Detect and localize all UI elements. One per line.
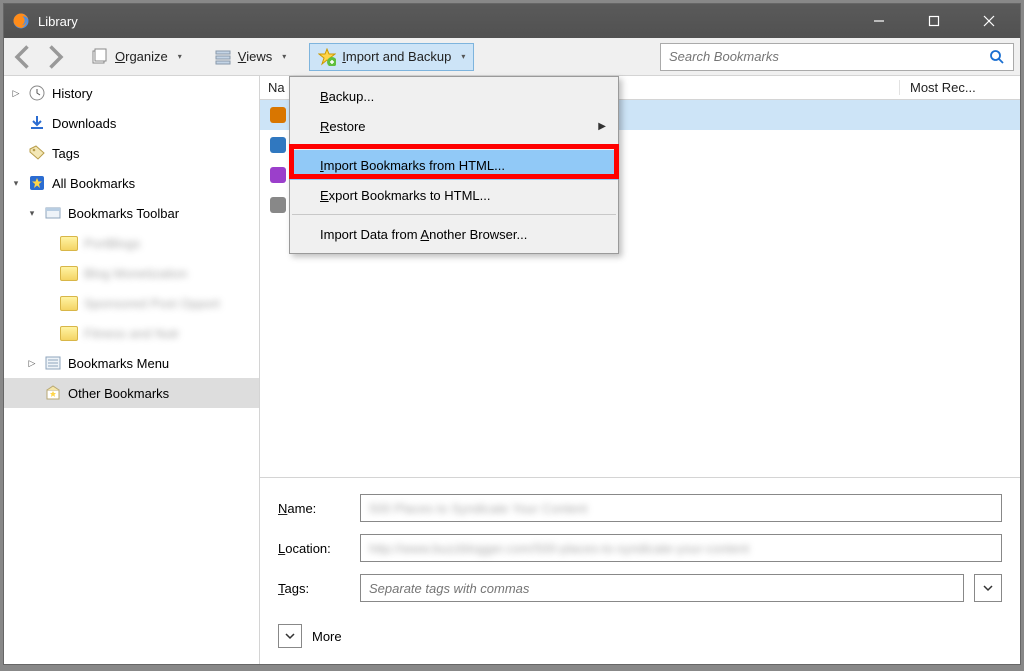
tags-dropdown-button[interactable] (974, 574, 1002, 602)
expand-icon[interactable]: ▷ (10, 87, 22, 99)
tree-all-bookmarks[interactable]: ▾ All Bookmarks (4, 168, 259, 198)
dropdown-caret-icon: ▾ (178, 52, 182, 61)
submenu-arrow-icon: ▶ (598, 121, 606, 132)
tags-label: Tags: (278, 581, 350, 596)
tree-folder[interactable]: PortBlogs (4, 228, 259, 258)
tree-label: Downloads (52, 116, 116, 131)
import-backup-label: Import and Backup (342, 49, 451, 64)
download-icon (28, 114, 46, 132)
tree-history[interactable]: ▷ History (4, 78, 259, 108)
menu-import-html[interactable]: Import Bookmarks from HTML... (290, 150, 618, 180)
folder-icon (60, 266, 78, 281)
back-button[interactable] (10, 43, 38, 71)
star-import-icon (318, 48, 336, 66)
menu-separator (292, 145, 616, 146)
tree-folder[interactable]: Sponsored Post Opport (4, 288, 259, 318)
tag-icon (28, 144, 46, 162)
tree-label: Bookmarks Menu (68, 356, 169, 371)
close-button[interactable] (961, 4, 1016, 38)
location-label: Location: (278, 541, 350, 556)
tree-downloads[interactable]: Downloads (4, 108, 259, 138)
search-input[interactable] (669, 49, 989, 64)
tree-folder[interactable]: Fitness and Nutr (4, 318, 259, 348)
folder-icon (60, 296, 78, 311)
menu-separator (292, 214, 616, 215)
import-backup-menu: Backup... Restore▶ Import Bookmarks from… (289, 76, 619, 254)
tree-label: Fitness and Nutr (84, 326, 179, 341)
sidebar: ▷ History Downloads Tags ▾ All Bookmarks… (4, 76, 260, 664)
search-box[interactable] (660, 43, 1014, 71)
forward-button[interactable] (40, 43, 68, 71)
menu-import-browser[interactable]: Import Data from Another Browser... (290, 219, 618, 249)
tree-label: All Bookmarks (52, 176, 135, 191)
menu-icon (44, 354, 62, 372)
more-toggle[interactable] (278, 624, 302, 648)
more-label: More (312, 629, 342, 644)
name-input[interactable]: 500 Places to Syndicate Your Content (360, 494, 1002, 522)
menu-backup[interactable]: Backup... (290, 81, 618, 111)
main-panel: Na Most Rec... blogger com 500 places to… (260, 76, 1020, 664)
clock-icon (28, 84, 46, 102)
toolbar: Organize ▾ Views ▾ Import and Backup ▾ (4, 38, 1020, 76)
location-input[interactable]: http://www.buzzblogger.com/500-places-to… (360, 534, 1002, 562)
tree-label: Blog Monetization (84, 266, 187, 281)
firefox-icon (12, 12, 30, 30)
views-button[interactable]: Views ▾ (205, 43, 295, 71)
favicon (270, 137, 286, 153)
collapse-icon[interactable]: ▾ (26, 207, 38, 219)
minimize-button[interactable] (851, 4, 906, 38)
bookmark-star-icon (28, 174, 46, 192)
tags-input[interactable] (360, 574, 964, 602)
organize-icon (91, 48, 109, 66)
tree-label: PortBlogs (84, 236, 140, 251)
maximize-button[interactable] (906, 4, 961, 38)
folder-icon (60, 236, 78, 251)
tree-bookmarks-menu[interactable]: ▷ Bookmarks Menu (4, 348, 259, 378)
titlebar[interactable]: Library (4, 4, 1020, 38)
favicon (270, 197, 286, 213)
tree-bookmarks-toolbar[interactable]: ▾ Bookmarks Toolbar (4, 198, 259, 228)
favicon (270, 167, 286, 183)
tree-label: Sponsored Post Opport (84, 296, 220, 311)
tree-other-bookmarks[interactable]: Other Bookmarks (4, 378, 259, 408)
name-label: Name: (278, 501, 350, 516)
folder-icon (60, 326, 78, 341)
dropdown-caret-icon: ▾ (461, 52, 465, 61)
tree-label: Bookmarks Toolbar (68, 206, 179, 221)
tree-label: Other Bookmarks (68, 386, 169, 401)
dropdown-caret-icon: ▾ (282, 52, 286, 61)
column-mostrec[interactable]: Most Rec... (900, 80, 1020, 95)
favicon (270, 107, 286, 123)
tree-label: History (52, 86, 92, 101)
views-label: Views (238, 49, 272, 64)
toolbar-icon (44, 204, 62, 222)
organize-button[interactable]: Organize ▾ (82, 43, 191, 71)
window-title: Library (38, 14, 851, 29)
menu-restore[interactable]: Restore▶ (290, 111, 618, 141)
collapse-icon[interactable]: ▾ (10, 177, 22, 189)
tree-tags[interactable]: Tags (4, 138, 259, 168)
library-window: Library Organize ▾ Views ▾ Import and Ba… (3, 3, 1021, 665)
expand-icon[interactable]: ▷ (26, 357, 38, 369)
details-panel: Name: 500 Places to Syndicate Your Conte… (260, 477, 1020, 664)
import-backup-button[interactable]: Import and Backup ▾ (309, 43, 474, 71)
search-icon[interactable] (989, 49, 1005, 65)
tree-label: Tags (52, 146, 79, 161)
tree-folder[interactable]: Blog Monetization (4, 258, 259, 288)
menu-export-html[interactable]: Export Bookmarks to HTML... (290, 180, 618, 210)
other-bookmarks-icon (44, 384, 62, 402)
organize-label: Organize (115, 49, 168, 64)
views-icon (214, 48, 232, 66)
